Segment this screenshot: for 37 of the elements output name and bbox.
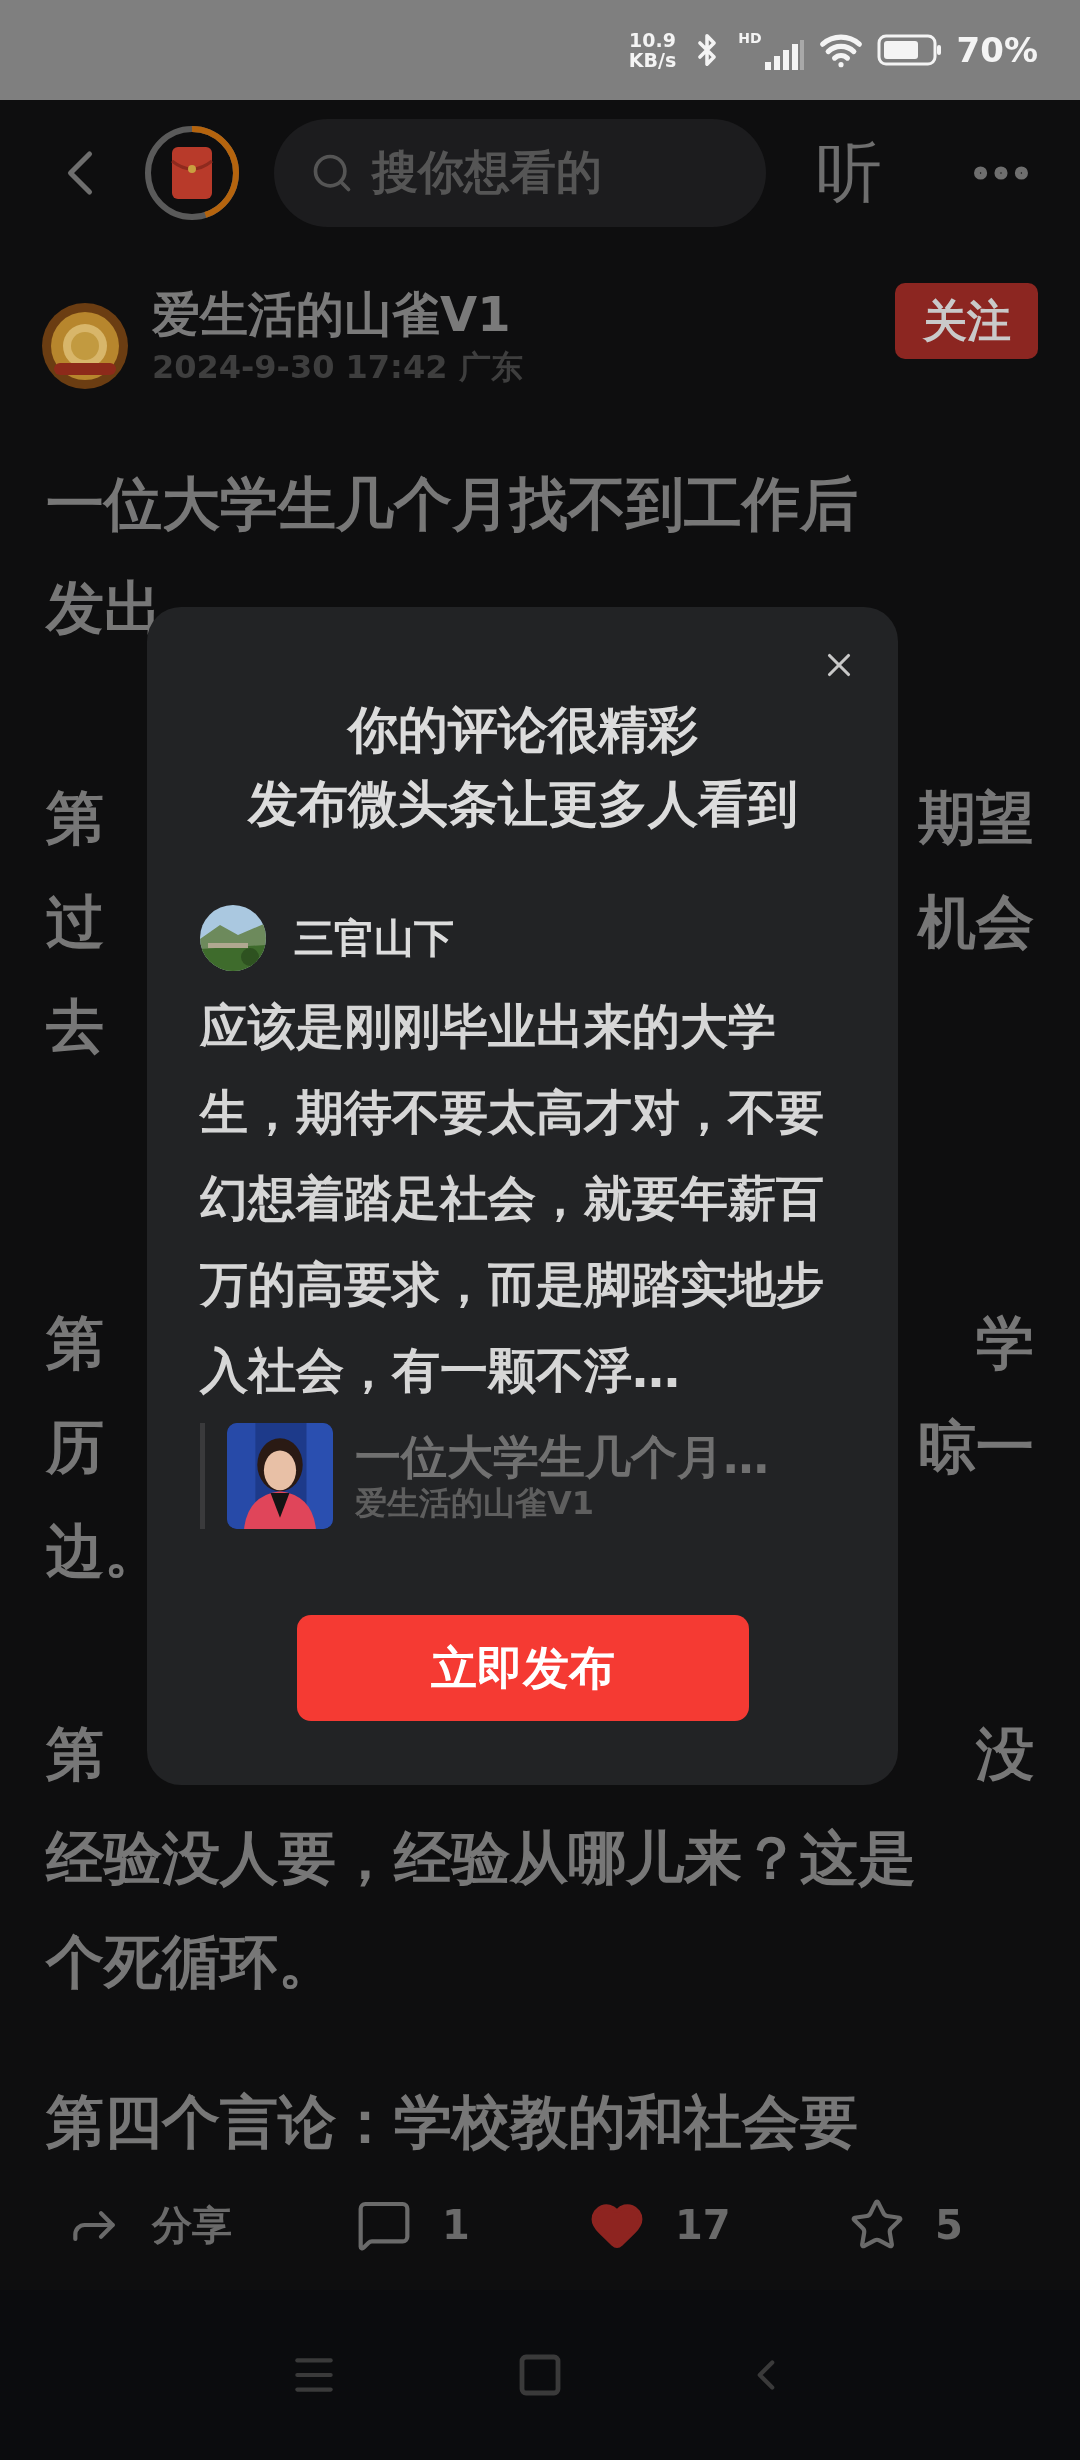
signal-type: HD	[738, 30, 762, 46]
battery-percent: 70%	[956, 28, 1038, 72]
quoted-article-title[interactable]: 一位大学生几个月…	[355, 1430, 769, 1484]
article-text: 发出	[46, 572, 162, 644]
article-text: 个死循环。	[46, 1926, 336, 1998]
article-text: 没	[976, 1718, 1034, 1790]
author-name[interactable]: 爱生活的山雀V1	[152, 283, 523, 345]
publish-button[interactable]: 立即发布	[296, 1615, 749, 1721]
article-text: 第四个言论：学校教的和社会要	[46, 2086, 858, 2158]
article-text: 第	[46, 1718, 104, 1790]
quoted-article-author: 爱生活的山雀V1	[355, 1484, 596, 1522]
article-text: 过	[46, 886, 104, 958]
article-text: 经验没人要，经验从哪儿来？这是	[46, 1822, 916, 1894]
article-text: 机会	[918, 886, 1034, 958]
article-text: 学	[976, 1307, 1034, 1379]
action-label[interactable]: 17	[675, 2195, 731, 2255]
article-text: 历	[46, 1411, 104, 1483]
article-text: 期望	[918, 782, 1034, 854]
signal-icon	[764, 40, 805, 70]
article-text: 晾一	[918, 1411, 1034, 1483]
article-text: 第	[46, 782, 104, 854]
battery-icon	[876, 34, 943, 66]
article-text: 一位大学生几个月找不到工作后	[46, 468, 858, 540]
article-text: 去	[46, 990, 104, 1062]
commenter-name: 三官山下	[294, 914, 454, 963]
article-text: 边。	[46, 1515, 162, 1587]
dialog-title: 发布微头条让更多人看到	[247, 774, 798, 835]
listen-button[interactable]: 听	[816, 139, 882, 206]
action-label[interactable]: 分享	[152, 2195, 232, 2255]
dialog-title: 你的评论很精彩	[347, 700, 698, 761]
comment-text: 应该是刚刚毕业出来的大学生，期待不要太高才对，不要幻想着踏足社会，就要年薪百万的高要求，而是脚踏实地步入社会，有一颗不浮…	[200, 997, 825, 1400]
action-label[interactable]: 5	[935, 2195, 963, 2255]
network-speed: 10.9 KB/s	[628, 30, 677, 70]
article-text: 第	[46, 1307, 104, 1379]
follow-button[interactable]: 关注	[895, 283, 1038, 359]
action-label[interactable]: 1	[442, 2195, 470, 2255]
search-field[interactable]: 搜你想看的	[274, 118, 766, 227]
